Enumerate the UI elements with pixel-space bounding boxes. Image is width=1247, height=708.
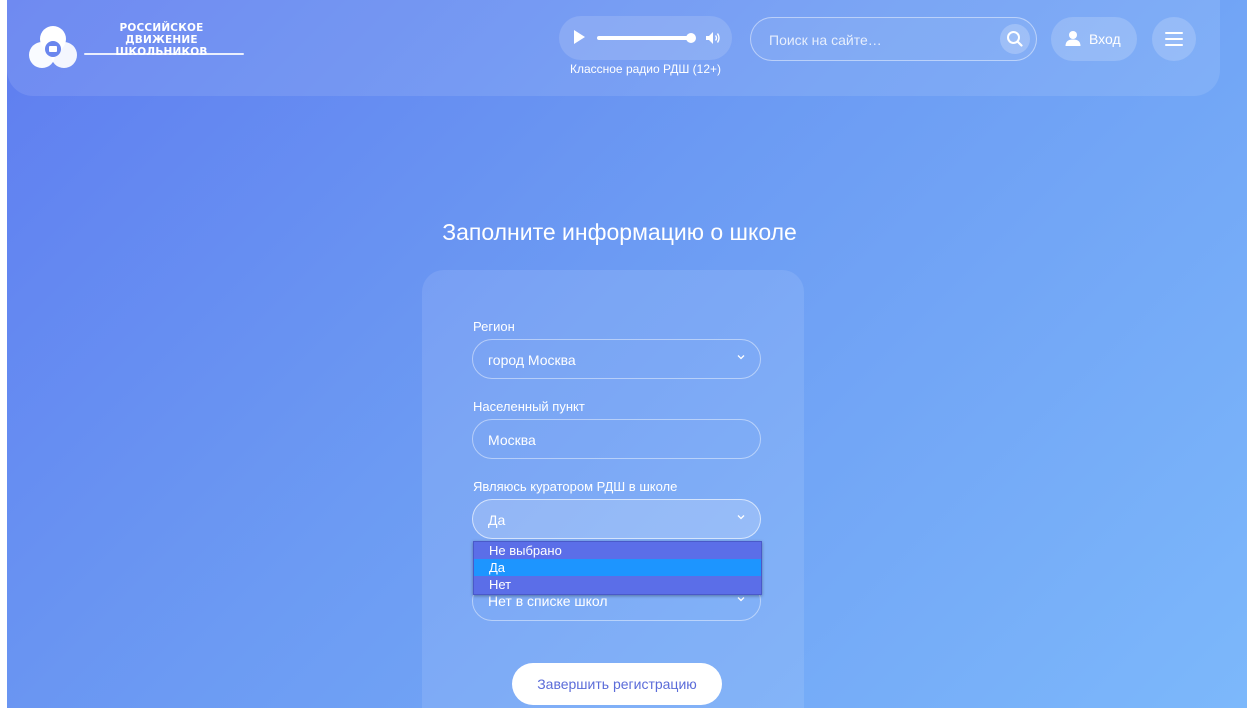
dropdown-option-no[interactable]: Нет <box>474 576 761 593</box>
page: РОССИЙСКОЕ ДВИЖЕНИЕ ШКОЛЬНИКОВ Классное … <box>7 0 1247 708</box>
curator-label: Являюсь куратором РДШ в школе <box>473 479 678 494</box>
volume-icon[interactable] <box>704 29 722 47</box>
menu-icon-bar <box>1165 38 1183 40</box>
search-icon <box>1007 31 1023 47</box>
chevron-down-icon <box>737 515 745 520</box>
radio-player <box>559 16 732 60</box>
region-select[interactable]: город Москва <box>472 339 761 379</box>
menu-button[interactable] <box>1152 17 1196 61</box>
locality-label: Населенный пункт <box>473 399 585 414</box>
chevron-down-icon <box>737 597 745 602</box>
login-label: Вход <box>1089 31 1121 47</box>
school-value: Нет в списке школ <box>488 593 608 609</box>
locality-field[interactable]: Москва <box>472 419 761 459</box>
region-value: город Москва <box>488 352 576 368</box>
volume-track[interactable] <box>597 36 693 40</box>
logo-icon <box>29 26 77 68</box>
login-button[interactable]: Вход <box>1051 17 1137 61</box>
curator-value: Да <box>488 512 506 528</box>
logo-underline <box>84 53 244 55</box>
page-title: Заполните информацию о школе <box>442 219 797 245</box>
radio-caption[interactable]: Классное радио РДШ (12+) <box>559 62 732 76</box>
curator-select[interactable]: Да <box>472 499 761 539</box>
logo-line-1: РОССИЙСКОЕ <box>119 22 204 34</box>
chevron-down-icon <box>737 355 745 360</box>
menu-icon-bar <box>1165 44 1183 46</box>
search-button[interactable] <box>1000 24 1030 54</box>
curator-dropdown-list: Не выбрано Да Нет <box>473 541 762 595</box>
volume-knob[interactable] <box>686 33 696 43</box>
play-icon[interactable] <box>574 30 585 44</box>
locality-value: Москва <box>488 432 536 448</box>
submit-button[interactable]: Завершить регистрацию <box>512 663 722 705</box>
search-input[interactable] <box>767 18 991 62</box>
user-icon <box>1065 31 1081 46</box>
dropdown-option-yes[interactable]: Да <box>474 559 761 576</box>
logo[interactable]: РОССИЙСКОЕ ДВИЖЕНИЕ ШКОЛЬНИКОВ <box>29 22 244 72</box>
menu-icon <box>1165 32 1183 34</box>
region-label: Регион <box>473 319 515 334</box>
search-box <box>750 17 1037 62</box>
dropdown-option-none[interactable]: Не выбрано <box>474 542 761 559</box>
header: РОССИЙСКОЕ ДВИЖЕНИЕ ШКОЛЬНИКОВ Классное … <box>7 0 1220 96</box>
